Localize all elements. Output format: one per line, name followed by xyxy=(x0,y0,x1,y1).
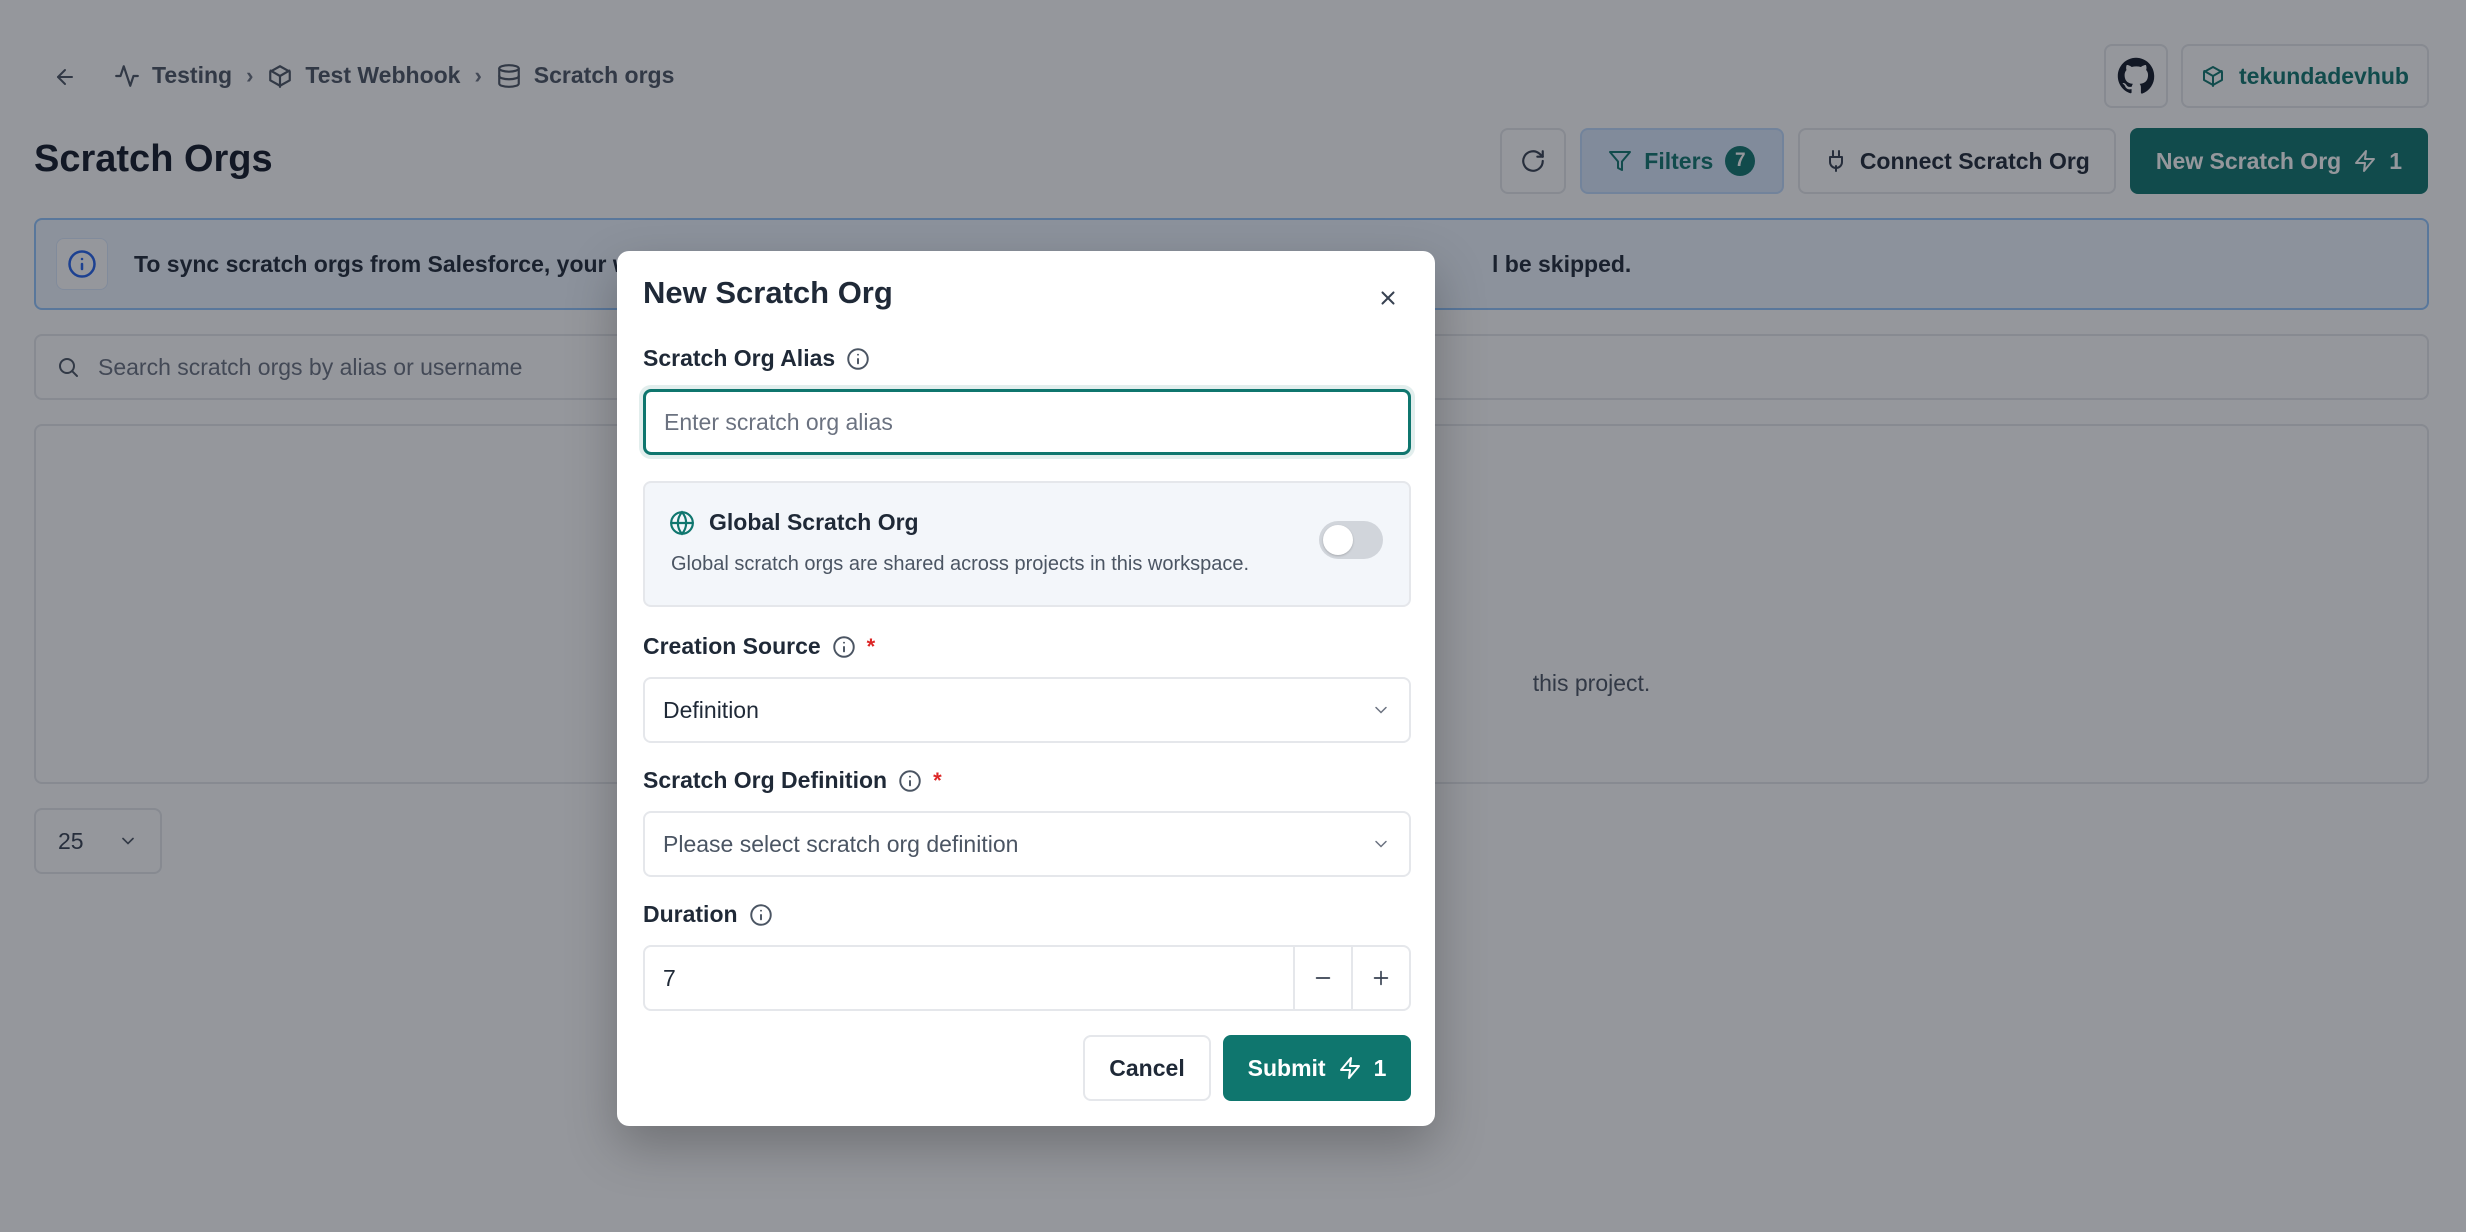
submit-button[interactable]: Submit 1 xyxy=(1223,1035,1411,1101)
definition-select[interactable]: Please select scratch org definition xyxy=(643,811,1411,877)
duration-label: Duration xyxy=(643,901,774,928)
decrement-button[interactable] xyxy=(1293,947,1351,1009)
close-icon xyxy=(1381,291,1395,305)
definition-label: Scratch Org Definition * xyxy=(643,767,942,794)
required-indicator: * xyxy=(866,633,876,659)
globe-icon xyxy=(670,510,694,535)
creation-source-select[interactable]: Definition xyxy=(643,677,1411,743)
increment-button[interactable] xyxy=(1351,947,1409,1009)
global-scratch-org-section: Global Scratch Org Global scratch orgs a… xyxy=(643,481,1411,607)
plus-icon xyxy=(1373,970,1389,986)
close-button[interactable] xyxy=(1371,281,1405,315)
toggle-knob xyxy=(1323,525,1353,555)
info-icon[interactable] xyxy=(845,346,871,372)
submit-label: Submit xyxy=(1247,1054,1326,1081)
creation-source-value: Definition xyxy=(663,696,759,723)
submit-credits: 1 xyxy=(1373,1054,1387,1081)
global-description: Global scratch orgs are shared across pr… xyxy=(671,553,1250,575)
new-scratch-org-dialog: New Scratch Org Scratch Org Alias Global… xyxy=(617,251,1435,1126)
alias-input[interactable] xyxy=(643,389,1411,455)
global-scratch-org-toggle[interactable] xyxy=(1319,521,1383,559)
required-indicator: * xyxy=(933,767,942,793)
creation-source-label: Creation Source * xyxy=(643,633,876,660)
zap-icon xyxy=(1339,1057,1360,1079)
global-title: Global Scratch Org xyxy=(669,509,919,536)
info-icon[interactable] xyxy=(897,768,923,794)
cancel-button[interactable]: Cancel xyxy=(1083,1035,1211,1101)
duration-input[interactable]: 7 xyxy=(645,947,1293,1009)
chevron-down-icon xyxy=(1375,840,1387,848)
dialog-title: New Scratch Org xyxy=(643,275,893,310)
info-icon[interactable] xyxy=(748,902,774,928)
minus-icon xyxy=(1315,977,1331,979)
definition-placeholder: Please select scratch org definition xyxy=(663,830,1019,857)
info-icon[interactable] xyxy=(831,634,857,660)
alias-label: Scratch Org Alias xyxy=(643,345,871,372)
duration-stepper: 7 xyxy=(643,945,1411,1011)
chevron-down-icon xyxy=(1375,706,1387,714)
